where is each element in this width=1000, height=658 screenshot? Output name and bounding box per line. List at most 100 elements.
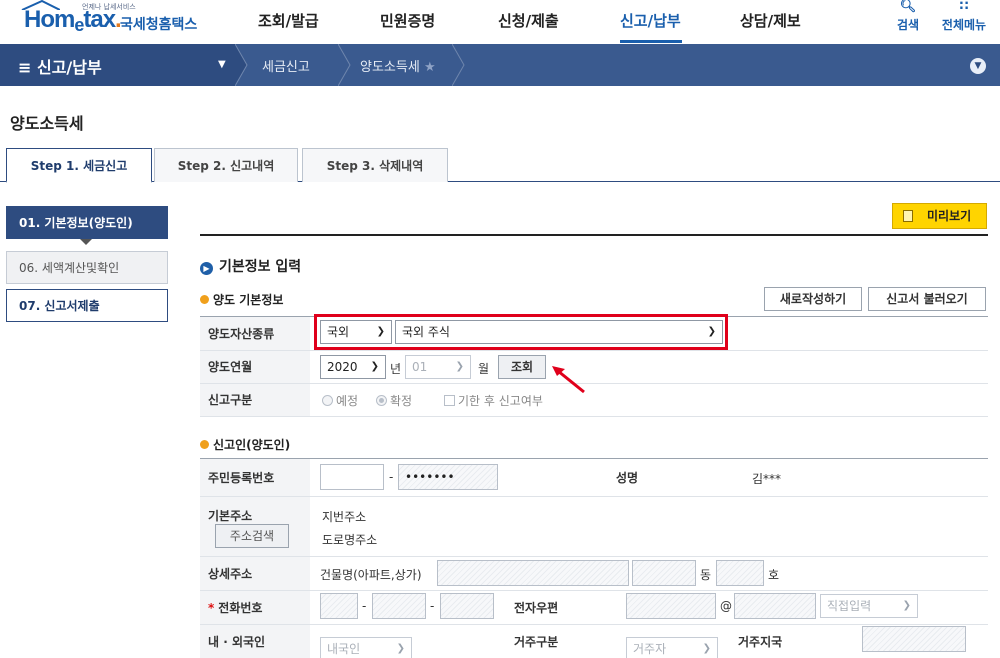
country-label: 거주지국 <box>730 625 840 658</box>
lookup-button[interactable]: 조회 <box>498 355 546 379</box>
phone-dash: - <box>430 599 435 613</box>
crumb-separator-icon <box>338 44 351 86</box>
month-select[interactable]: 01 ❯ <box>405 355 471 379</box>
preview-label: 미리보기 <box>927 209 972 223</box>
residence-select[interactable]: 거주자 ❯ <box>626 637 718 658</box>
email-domain-value: 직접입력 <box>827 599 872 613</box>
search-label: 검색 <box>896 18 920 32</box>
breadcrumb-tax-report[interactable]: 세금신고 <box>262 56 310 75</box>
chevron-down-icon: ❯ <box>396 643 405 654</box>
year-value: 2020 <box>327 360 358 374</box>
rrn-front-input[interactable] <box>320 464 384 490</box>
required-mark: * <box>208 601 215 615</box>
rrn-back-input[interactable]: ••••••• <box>398 464 498 490</box>
email-domain-input[interactable] <box>734 593 816 619</box>
gnb-report-payment[interactable]: 신고/납부 <box>620 10 681 31</box>
phone-area-input[interactable] <box>320 593 358 619</box>
red-arrow-icon <box>552 366 585 394</box>
search-button[interactable]: 🔍︎ 검색 <box>892 0 924 33</box>
month-value: 01 <box>412 360 428 374</box>
ho-input[interactable] <box>716 560 764 586</box>
road-address: 도로명주소 <box>322 533 378 547</box>
tab-step3[interactable]: Step 3. 삭제내역 <box>302 148 448 182</box>
gnb-application[interactable]: 신청/제출 <box>498 10 559 31</box>
logo-word-b: tax <box>83 6 116 33</box>
building-input[interactable] <box>437 560 629 586</box>
email-domain-select[interactable]: 직접입력 ❯ <box>820 594 918 618</box>
email-id-input[interactable] <box>626 593 716 619</box>
breadcrumb-transfer-tax[interactable]: 양도소득세 ★ <box>360 56 436 75</box>
active-tab-underline <box>620 40 682 43</box>
address-search-button[interactable]: 주소검색 <box>215 524 289 548</box>
tab-step2[interactable]: Step 2. 신고내역 <box>154 148 298 182</box>
document-icon <box>903 210 913 222</box>
country-input[interactable] <box>862 626 966 652</box>
radio-scheduled[interactable]: 예정 <box>322 392 358 409</box>
radio-icon <box>322 395 333 406</box>
phone-mid-input[interactable] <box>372 593 426 619</box>
hometax-logo[interactable]: 언제나 납세서비스 Hometax. 국세청홈택스 <box>10 0 200 44</box>
load-report-button[interactable]: 신고서 불러오기 <box>868 287 986 311</box>
address-label-text: 기본주소 <box>208 509 253 523</box>
chevron-down-icon[interactable]: ▼ <box>970 58 986 74</box>
ho-unit: 호 <box>768 568 780 582</box>
reporter-title-text: 신고인(양도인) <box>213 438 291 452</box>
highlight-box <box>314 314 728 350</box>
late-report-label: 기한 후 신고여부 <box>458 394 543 408</box>
crumb-separator-icon <box>452 44 465 86</box>
menu-dropdown[interactable]: ≡ 신고/납부 ▼ <box>0 44 235 86</box>
radio-final[interactable]: 확정 <box>376 392 412 409</box>
row-transfer-month: 양도연월 <box>200 351 988 384</box>
bullet-icon <box>200 295 209 304</box>
gnb-inquiry[interactable]: 조회/발급 <box>258 10 319 31</box>
section-title-text: 기본정보 입력 <box>219 259 302 275</box>
nationality-select[interactable]: 내국인 ❯ <box>320 637 412 658</box>
favorite-star-icon[interactable]: ★ <box>424 60 436 75</box>
row-rrn: 주민등록번호 성명 <box>200 459 988 497</box>
email-at: @ <box>720 599 732 613</box>
radio-scheduled-label: 예정 <box>336 394 359 408</box>
tab-step1[interactable]: Step 1. 세금신고 <box>6 148 152 183</box>
month-unit: 월 <box>478 362 490 376</box>
name-label: 성명 <box>608 459 718 496</box>
late-report-checkbox[interactable]: 기한 후 신고여부 <box>444 392 543 409</box>
row-report-type: 신고구분 <box>200 384 988 417</box>
nationality-label: 내 · 외국인 <box>200 625 310 658</box>
residence-value: 거주자 <box>633 642 667 656</box>
grid-icon: ∷ <box>959 0 969 14</box>
basic-info-title: 양도 기본정보 <box>200 291 283 308</box>
chevron-down-icon: ❯ <box>702 643 711 654</box>
chevron-down-icon: ❯ <box>455 361 464 372</box>
gnb-certificate[interactable]: 민원증명 <box>380 10 435 31</box>
name-value: 김*** <box>752 472 782 486</box>
reporter-title: 신고인(양도인) <box>200 436 290 453</box>
all-menu-button[interactable]: ∷ 전체메뉴 <box>936 0 992 33</box>
all-menu-label: 전체메뉴 <box>941 18 987 32</box>
side-item-tax-calc[interactable]: 06. 세액계산및확인 <box>6 251 168 284</box>
top-header: 언제나 납세서비스 Hometax. 국세청홈택스 조회/발급 민원증명 신청/… <box>0 0 1000 44</box>
new-report-button[interactable]: 새로작성하기 <box>764 287 862 311</box>
email-label: 전자우편 <box>506 591 616 624</box>
content-divider <box>200 234 988 236</box>
preview-button[interactable]: 미리보기 <box>892 203 987 229</box>
chevron-down-icon: ❯ <box>902 600 911 611</box>
nationality-value: 내국인 <box>327 642 361 656</box>
arrow-right-icon: ▶ <box>200 262 213 275</box>
radio-checked-icon <box>376 395 387 406</box>
year-select[interactable]: 2020 ❯ <box>320 355 386 379</box>
crumb-separator-icon <box>235 44 248 86</box>
phone-label: * 전화번호 <box>200 591 310 624</box>
year-unit: 년 <box>390 362 402 376</box>
chevron-down-icon: ❯ <box>370 361 379 372</box>
side-item-submit[interactable]: 07. 신고서제출 <box>6 289 168 322</box>
breadcrumb-transfer-tax-label: 양도소득세 <box>360 60 420 75</box>
logo-wordmark: Hometax. <box>24 6 122 35</box>
logo-word-a: Hom <box>24 6 75 33</box>
page-title: 양도소득세 <box>10 114 84 133</box>
phone-dash: - <box>362 599 367 613</box>
side-item-basic-info[interactable]: 01. 기본정보(양도인) <box>6 206 168 239</box>
step-tabs: Step 1. 세금신고 Step 2. 신고내역 Step 3. 삭제내역 <box>0 148 1000 183</box>
dong-input[interactable] <box>632 560 696 586</box>
gnb-consulting[interactable]: 상담/제보 <box>740 10 801 31</box>
phone-last-input[interactable] <box>440 593 494 619</box>
